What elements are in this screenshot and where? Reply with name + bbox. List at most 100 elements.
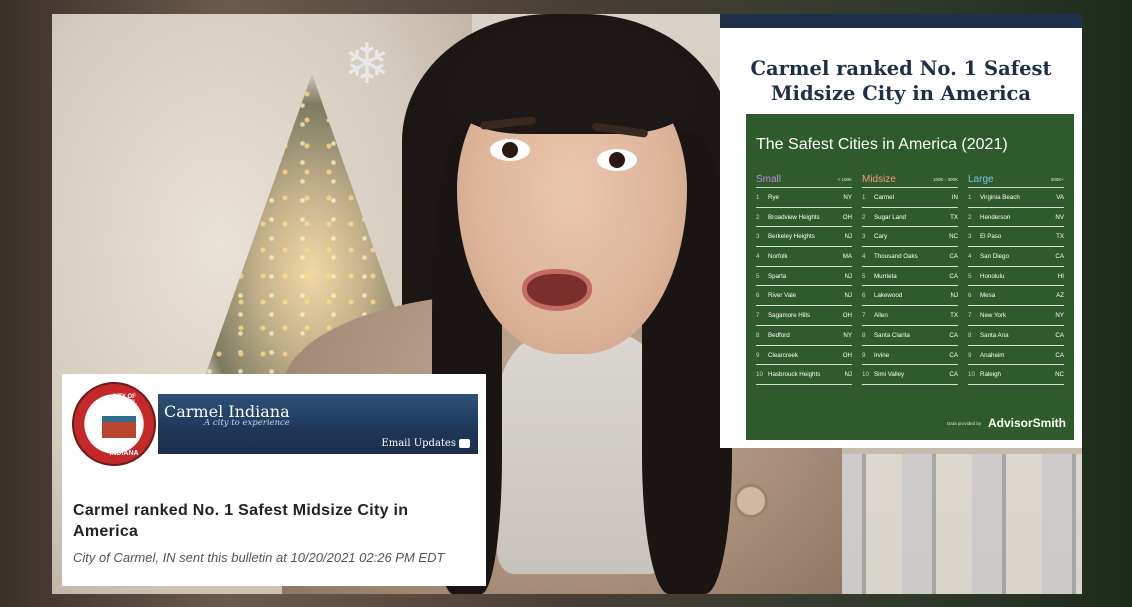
column-name: Small [756,174,782,185]
row-state: CA [949,331,958,339]
column-range: < 100K [837,177,852,182]
column-range: 100K - 300K [932,177,958,182]
row-state: CA [949,351,958,359]
table-row: 4 Norfolk MA [756,247,852,267]
row-rank: 6 [862,292,866,300]
row-city: Virginia Beach [980,194,1020,201]
row-state: NC [949,233,958,241]
table-row: 8 Santa Ana CA [968,326,1064,346]
row-city: Sparta [768,272,787,280]
row-rank: 7 [756,312,760,320]
row-state: NC [1055,371,1064,379]
row-rank: 4 [756,253,760,261]
row-rank: 9 [862,351,866,359]
row-city: Sugar Land [874,213,906,221]
row-rank: 1 [968,194,972,201]
row-rank: 3 [756,233,760,241]
row-city: Cary [874,233,888,241]
row-rank: 5 [862,272,866,280]
row-state: AZ [1056,292,1064,300]
safest-cities-table: The Safest Cities in America (2021) Smal… [746,114,1074,440]
row-state: HI [1057,272,1064,280]
email-icon[interactable] [459,439,470,448]
row-rank: 5 [968,272,972,280]
row-city: Lakewood [874,292,903,300]
row-rank: 6 [968,292,972,300]
row-state: VA [1056,194,1064,201]
column-header: Large 300K+ [968,174,1064,188]
row-city: Thousand Oaks [874,253,918,261]
site-banner: Carmel Indiana A city to experience Emai… [158,394,478,454]
row-state: NJ [844,233,852,241]
city-seal: CITY OF CARMEL INDIANA [72,382,156,466]
mouth [522,269,592,311]
bulletin-card: CITY OF CARMEL INDIANA Carmel Indiana A … [62,374,486,586]
row-city: Anaheim [980,351,1005,359]
row-city: River Vale [768,292,797,300]
table-row: 8 Santa Clarita CA [862,326,958,346]
row-state: CA [949,253,958,261]
table-row: 1 Rye NY [756,188,852,208]
row-city: Broadview Heights [768,213,820,221]
row-city: Murrieta [874,272,897,280]
table-row: 9 Anaheim CA [968,346,1064,366]
row-city: Sagamore Hills [768,312,810,320]
column-header: Midsize 100K - 300K [862,174,958,188]
row-rank: 4 [862,253,866,261]
row-rank: 10 [756,371,763,379]
column-name: Midsize [862,174,896,185]
table-row: 10 Raleigh NC [968,365,1064,385]
row-state: NY [843,194,852,201]
row-city: Clearcreek [768,351,798,359]
table-row: 5 Honolulu HI [968,267,1064,287]
headline-line-2: Midsize City in America [770,82,1032,105]
row-state: NJ [844,272,852,280]
row-city: Allen [874,312,888,320]
row-rank: 9 [756,351,760,359]
row-state: OH [842,351,852,359]
row-city: Irvine [874,351,890,359]
snowflake-ornament-icon: ❄ [343,32,391,95]
row-state: CA [949,371,958,379]
row-state: CA [1055,351,1064,359]
row-rank: 4 [968,253,972,261]
site-tagline: A city to experience [204,418,290,428]
row-city: Raleigh [980,371,1001,379]
column-rows: 1 Carmel IN 2 Sugar Land TX 3 Cary NC 4 Thousand O… [862,188,958,385]
data-source-label: Data provided by [947,421,982,427]
row-state: NJ [844,292,852,300]
column-large: Large 300K+ 1 Virginia Beach VA 2 Henderson N… [968,174,1064,385]
table-row: 3 Cary NC [862,227,958,248]
table-row: 2 Sugar Land TX [862,208,958,228]
row-state: CA [1055,331,1064,339]
table-row: 4 San Diego CA [968,247,1064,267]
table-row: 7 New York NY [968,306,1064,326]
table-row: 3 Berkeley Heights NJ [756,227,852,248]
table-title: The Safest Cities in America (2021) [756,136,1008,153]
row-city: Carmel [874,194,894,201]
row-state: CA [949,272,958,280]
table-row: 6 Mesa AZ [968,286,1064,307]
coat-button [734,484,768,518]
row-rank: 8 [968,331,972,339]
row-state: TX [950,312,958,320]
row-rank: 9 [968,351,972,359]
row-rank: 7 [968,312,972,320]
seal-building [102,416,136,438]
table-row: 1 Carmel IN [862,188,958,208]
article-card: Carmel ranked No. 1 Safest Midsize City … [720,14,1082,448]
bulletin-meta: City of Carmel, IN sent this bulletin at… [73,550,445,565]
table-row: 4 Thousand Oaks CA [862,247,958,267]
row-city: Santa Ana [980,331,1009,339]
article-headline: Carmel ranked No. 1 Safest Midsize City … [730,56,1072,106]
row-city: New York [980,312,1007,320]
row-city: San Diego [980,253,1009,261]
table-row: 8 Bedford NY [756,326,852,346]
row-rank: 2 [968,213,972,221]
row-rank: 10 [968,371,975,379]
table-row: 10 Hasbrouck Heights NJ [756,365,852,385]
email-updates-link[interactable]: Email Updates [381,438,456,449]
seal-top-text: CITY OF CARMEL [111,394,137,406]
row-rank: 7 [862,312,866,320]
column-header: Small < 100K [756,174,852,188]
